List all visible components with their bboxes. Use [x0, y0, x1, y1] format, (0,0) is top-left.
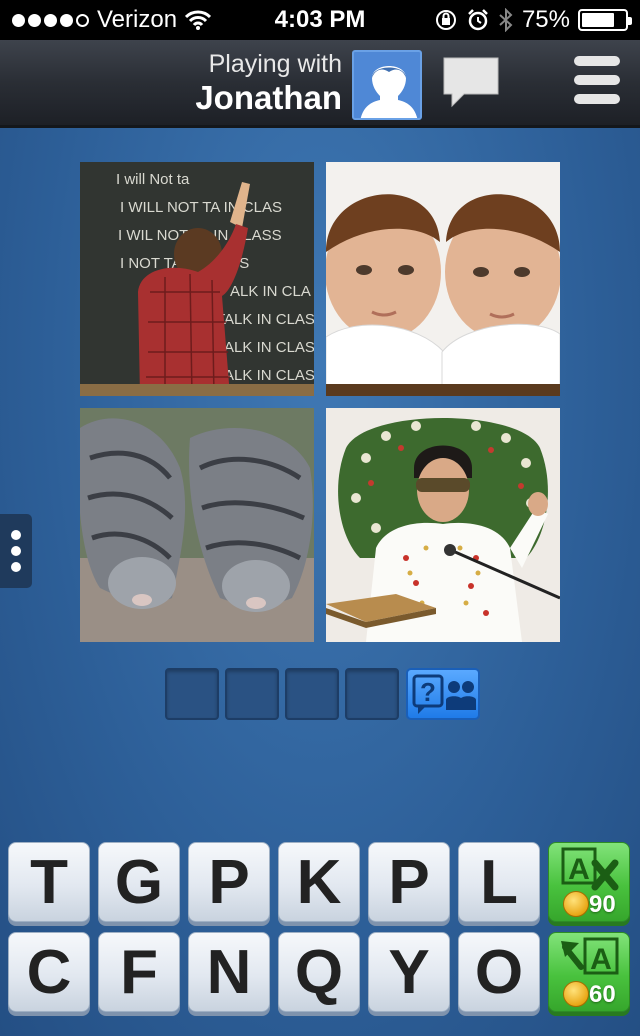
battery-percent: 75%	[521, 6, 570, 33]
chat-icon[interactable]	[440, 54, 502, 110]
reveal-letter-price: 60	[589, 981, 616, 1008]
chalk-line: TALK IN CLASS	[216, 367, 314, 384]
chalk-line: I will Not ta	[116, 171, 190, 188]
chalk-line: I WILL NOT TA IN CLAS	[120, 199, 282, 216]
svg-text:?: ?	[420, 677, 436, 707]
letter-key[interactable]: P	[188, 842, 270, 922]
remove-letters-icon: A	[561, 847, 619, 891]
puzzle-photo-chalkboard: I will Not ta I WILL NOT TA IN CLAS I WIL …	[80, 162, 314, 396]
puzzle-photo-performer	[326, 408, 560, 642]
menu-icon[interactable]	[574, 56, 622, 110]
answer-slot[interactable]	[345, 668, 399, 720]
letter-key[interactable]: G	[98, 842, 180, 922]
answer-slot[interactable]	[225, 668, 279, 720]
letter-key[interactable]: P	[368, 842, 450, 922]
side-menu-tab[interactable]	[0, 514, 32, 588]
chalk-line: ALK IN CLA	[230, 283, 311, 300]
game-header: Playing with Jonathan	[0, 40, 640, 128]
coin-icon	[563, 891, 589, 917]
letter-key[interactable]: L	[458, 842, 540, 922]
orientation-lock-icon	[435, 10, 456, 30]
chalk-line: TALK IN CLASS	[216, 311, 314, 328]
letter-key[interactable]: N	[188, 932, 270, 1012]
status-right: 75%	[434, 6, 632, 34]
playing-with-label: Playing with	[208, 50, 342, 78]
remove-letters-button[interactable]: A 90	[548, 842, 630, 922]
remove-letters-price: 90	[589, 891, 616, 918]
letter-key[interactable]: Y	[368, 932, 450, 1012]
bluetooth-icon	[499, 8, 513, 32]
alarm-icon	[468, 9, 488, 31]
ask-friends-button[interactable]: ?	[406, 668, 480, 720]
svg-text:A: A	[568, 853, 590, 886]
letter-key[interactable]: Q	[278, 932, 360, 1012]
answer-slot[interactable]	[165, 668, 219, 720]
ask-friends-icon: ?	[412, 674, 476, 714]
letter-key[interactable]: C	[8, 932, 90, 1012]
opponent-avatar[interactable]	[352, 50, 422, 120]
chalk-line: TALK IN CLASS	[216, 339, 314, 356]
puzzle-photo-kittens	[80, 408, 314, 642]
coin-icon	[563, 981, 589, 1007]
reveal-letter-icon: A	[561, 937, 619, 976]
opponent-info: Playing with Jonathan	[195, 50, 342, 118]
answer-slot[interactable]	[285, 668, 339, 720]
reveal-letter-button[interactable]: A 60	[548, 932, 630, 1012]
battery-icon	[578, 9, 632, 31]
status-bar: Verizon 4:03 PM 75%	[0, 0, 640, 40]
user-silhouette-icon	[360, 66, 418, 118]
letter-key[interactable]: O	[458, 932, 540, 1012]
letter-key[interactable]: T	[8, 842, 90, 922]
letter-key[interactable]: F	[98, 932, 180, 1012]
letter-key[interactable]: K	[278, 842, 360, 922]
svg-text:A: A	[590, 943, 612, 976]
puzzle-photo-twins	[326, 162, 560, 396]
opponent-name: Jonathan	[195, 79, 342, 116]
